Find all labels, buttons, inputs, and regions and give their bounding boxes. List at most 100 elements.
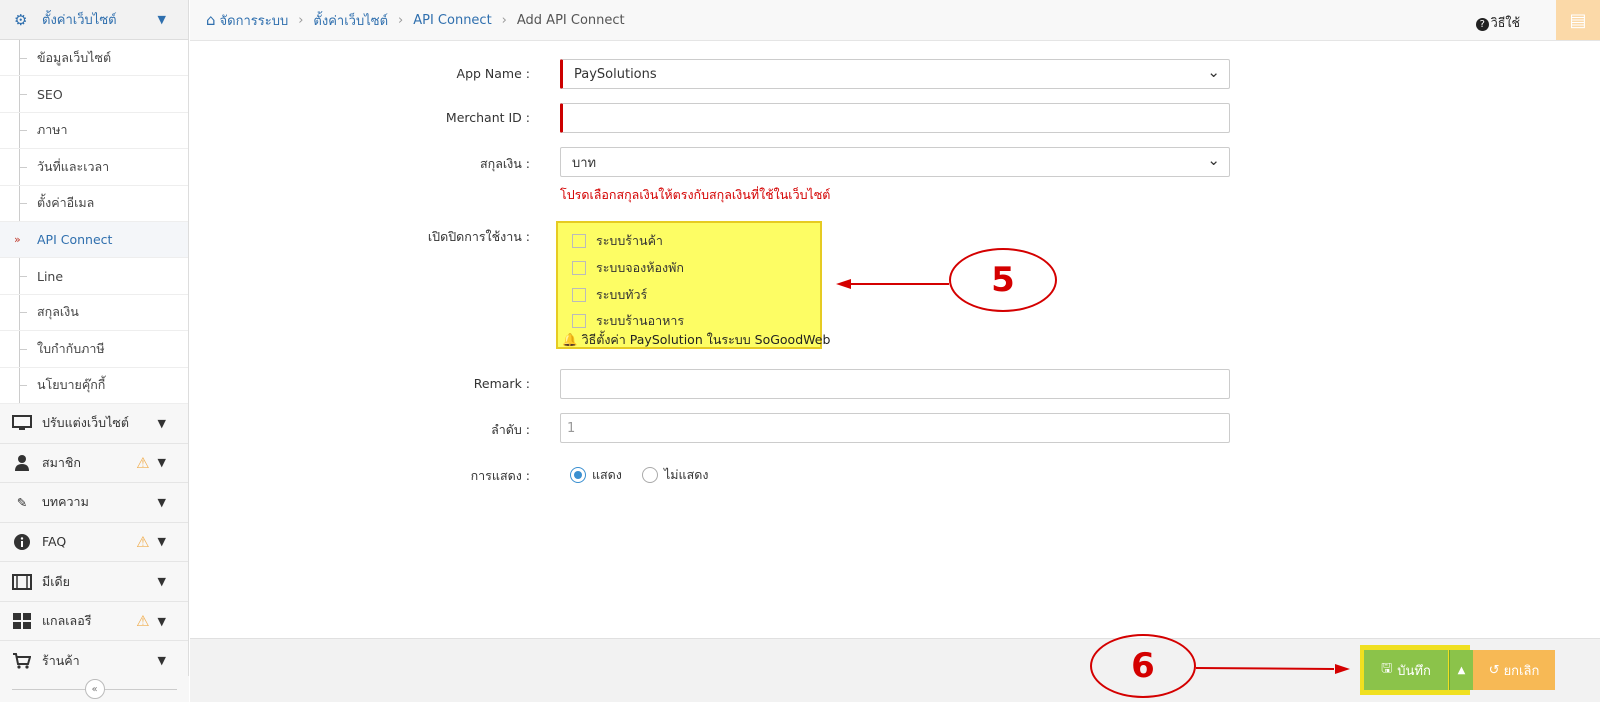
sidebar-item-currency[interactable]: สกุลเงิน (0, 295, 188, 332)
checkbox-box[interactable] (572, 314, 586, 328)
checkbox-restaurant[interactable]: ระบบร้านอาหาร (572, 311, 684, 331)
warning-icon: ⚠ (136, 453, 150, 472)
caret-up-icon: ▲ (1457, 664, 1466, 676)
checkbox-tour[interactable]: ระบบทัวร์ (572, 285, 647, 305)
checkbox-box[interactable] (572, 234, 586, 248)
sidebar-item-seo[interactable]: SEO (0, 76, 188, 113)
sidebar-item-label: มีเดีย (42, 573, 70, 589)
remark-field[interactable] (560, 369, 1230, 399)
cancel-label: ยกเลิก (1503, 663, 1540, 679)
sidebar-item-label: สมาชิก (42, 454, 81, 470)
breadcrumb-separator: › (398, 12, 404, 28)
sidebar-item-label: แกลเลอรี (42, 613, 92, 629)
sidebar-item-members[interactable]: สมาชิก ⚠ ▼ (0, 443, 188, 484)
sidebar-item-media[interactable]: มีเดีย ▼ (0, 562, 188, 602)
floppy-icon: 🖫 (1381, 661, 1393, 676)
checkbox-shop[interactable]: ระบบร้านค้า (572, 231, 663, 251)
user-icon (12, 454, 32, 472)
sidebar-item-label: ข้อมูลเว็บไซต์ (37, 49, 112, 65)
radio-label: แสดง (592, 467, 622, 482)
annotation-number: 6 (1131, 646, 1155, 686)
save-button[interactable]: 🖫 บันทึก (1364, 650, 1448, 690)
display-label: การแสดง : (470, 468, 530, 483)
bell-icon: 🔔 (562, 332, 578, 347)
radio-hide[interactable]: ไม่แสดง (642, 465, 708, 485)
radio-show[interactable]: แสดง (570, 465, 622, 485)
breadcrumb-item[interactable]: ตั้งค่าเว็บไซต์ (313, 10, 388, 31)
sidebar-item-label: วันที่และเวลา (37, 158, 110, 174)
sidebar-item-api-connect[interactable]: » API Connect (0, 221, 188, 259)
sidebar: ⚙ ตั้งค่าเว็บไซต์ ▼ ข้อมูลเว็บไซต์ SEO ภ… (0, 0, 189, 702)
sidebar-item-label: ภาษา (37, 122, 68, 138)
checkbox-label: ระบบทัวร์ (596, 287, 648, 302)
chevron-down-icon: ▼ (157, 654, 166, 668)
checkbox-label: ระบบร้านค้า (596, 233, 663, 248)
setup-guide-label: วิธีตั้งค่า PaySolution ในระบบ SoGoodWeb (581, 332, 831, 347)
order-label: ลำดับ : (491, 422, 530, 437)
sidebar-item-cookie-policy[interactable]: นโยบายคุ๊กกี้ (0, 368, 188, 404)
breadcrumb-item[interactable]: จัดการระบบ (220, 10, 289, 31)
info-icon (12, 533, 32, 551)
order-field[interactable]: 1 (560, 413, 1230, 443)
save-dropdown-toggle[interactable]: ▲ (1449, 650, 1473, 690)
chevron-down-icon: ▼ (157, 416, 166, 430)
manual-book-button[interactable]: ▤ (1556, 0, 1600, 40)
sidebar-item-email[interactable]: ตั้งค่าอีเมล (0, 186, 188, 222)
sidebar-item-gallery[interactable]: แกลเลอรี ⚠ ▼ (0, 601, 188, 642)
sidebar-item-label: ใบกำกับภาษี (37, 340, 105, 356)
save-label: บันทึก (1397, 663, 1431, 679)
order-value: 1 (567, 420, 576, 436)
radio-button[interactable] (570, 467, 586, 483)
sidebar-item-label: FAQ (42, 534, 67, 550)
chevron-down-icon: ▼ (157, 13, 166, 26)
checkbox-label: ระบบจองห้องพัก (596, 260, 684, 275)
radio-label: ไม่แสดง (664, 467, 709, 482)
annotation-step-6: 6 (1090, 634, 1196, 698)
question-icon: ? (1475, 18, 1489, 31)
annotation-number: 5 (991, 260, 1015, 300)
chevron-down-icon: ▼ (157, 614, 166, 628)
sidebar-item-faq[interactable]: FAQ ⚠ ▼ (0, 522, 188, 563)
sidebar-item-tax-invoice[interactable]: ใบกำกับภาษี (0, 331, 188, 368)
sidebar-submenu: ข้อมูลเว็บไซต์ SEO ภาษา วันที่และเวลา ตั… (0, 40, 188, 404)
grid-icon (12, 612, 32, 630)
sidebar-item-label: ปรับแต่งเว็บไซต์ (42, 415, 129, 431)
setup-guide-link[interactable]: 🔔 วิธีตั้งค่า PaySolution ในระบบ SoGoodW… (562, 330, 830, 350)
checkbox-box[interactable] (572, 288, 586, 302)
undo-icon: ↺ (1488, 662, 1500, 678)
warning-icon: ⚠ (136, 612, 150, 631)
gear-icon: ⚙ (14, 10, 28, 29)
sidebar-item-customize[interactable]: ปรับแต่งเว็บไซต์ ▼ (0, 403, 188, 444)
collapse-sidebar-icon[interactable]: « (84, 679, 105, 699)
sidebar-item-line[interactable]: Line (0, 258, 188, 295)
monitor-icon (12, 414, 32, 432)
annotation-step-5: 5 (949, 248, 1057, 312)
remark-label: Remark : (473, 376, 530, 391)
breadcrumb-separator: › (298, 12, 304, 28)
sidebar-item-datetime[interactable]: วันที่และเวลา (0, 149, 188, 186)
breadcrumb-current: Add API Connect (516, 12, 625, 28)
sidebar-item-language[interactable]: ภาษา (0, 113, 188, 150)
sidebar-item-label: นโยบายคุ๊กกี้ (37, 377, 106, 393)
sidebar-item-label: ตั้งค่าอีเมล (37, 195, 95, 211)
sidebar-item-label: สกุลเงิน (37, 304, 79, 320)
breadcrumb-separator: › (501, 12, 507, 28)
sidebar-item-label: Line (37, 268, 64, 284)
radio-button[interactable] (642, 467, 658, 483)
checkbox-box[interactable] (572, 261, 586, 275)
cart-icon (12, 652, 32, 670)
cancel-button[interactable]: ↺ ยกเลิก (1473, 650, 1555, 690)
sidebar-item-website-settings[interactable]: ⚙ ตั้งค่าเว็บไซต์ ▼ (0, 0, 188, 40)
home-icon: ⌂ (206, 11, 216, 29)
checkbox-room-booking[interactable]: ระบบจองห้องพัก (572, 258, 684, 278)
breadcrumb-item[interactable]: API Connect (413, 13, 491, 28)
chevron-down-icon: ▼ (157, 575, 166, 589)
sidebar-item-label: ร้านค้า (42, 652, 80, 668)
sidebar-item-website-info[interactable]: ข้อมูลเว็บไซต์ (0, 40, 188, 77)
checkbox-label: ระบบร้านอาหาร (596, 313, 685, 328)
help-link[interactable]: ? วิธีใช้ (1475, 13, 1520, 33)
film-icon (12, 573, 32, 591)
sidebar-item-articles[interactable]: ✎ บทความ ▼ (0, 483, 188, 523)
sidebar-item-label: บทความ (42, 494, 89, 510)
sidebar-item-label: SEO (37, 86, 63, 102)
